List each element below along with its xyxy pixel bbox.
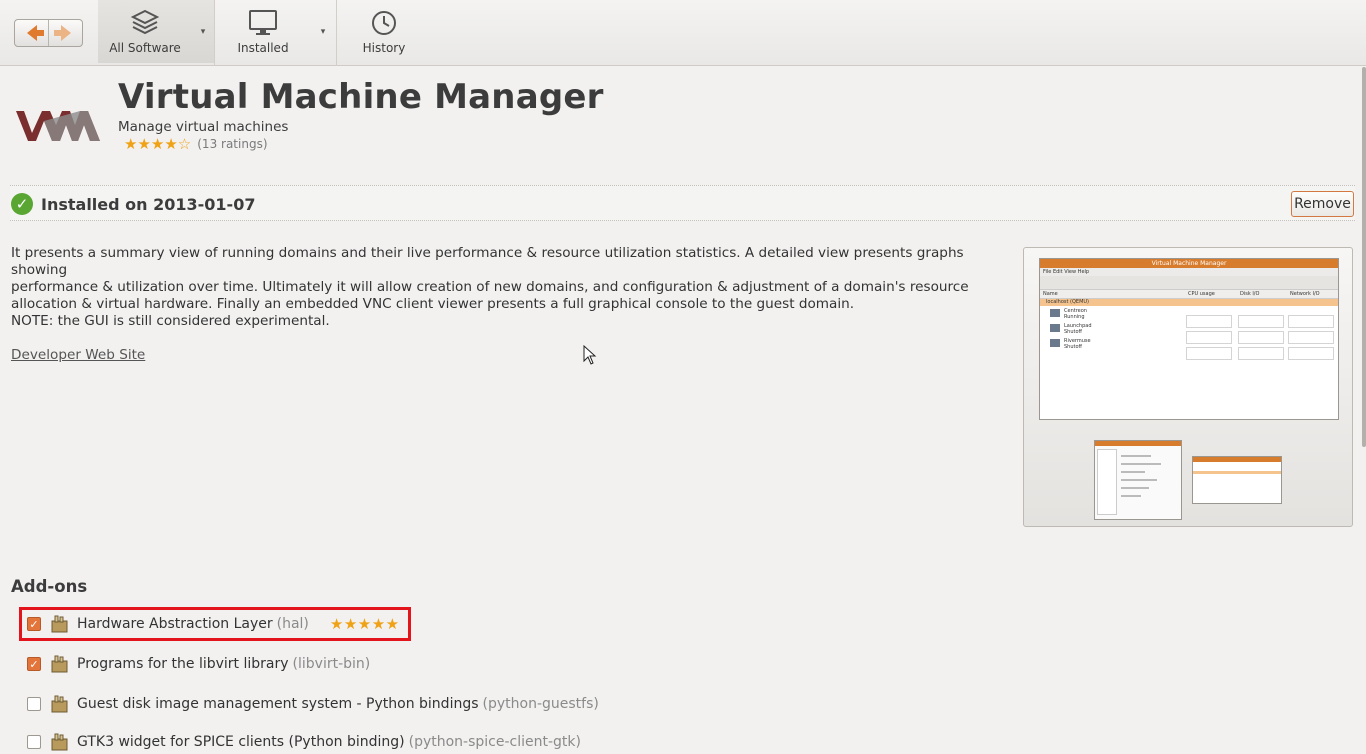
back-button[interactable]: [15, 20, 48, 46]
monitor-icon: [249, 10, 277, 35]
app-rating: ★★★★☆ (13 ratings): [124, 135, 268, 153]
screenshot-thumbnail-1[interactable]: [1094, 440, 1182, 520]
ratings-count[interactable]: (13 ratings): [197, 137, 267, 151]
package-icon: [51, 733, 68, 751]
navigation-buttons: [14, 19, 83, 47]
app-title: Virtual Machine Manager: [118, 77, 604, 117]
addons-heading: Add-ons: [11, 577, 88, 596]
screenshot-main[interactable]: Virtual Machine Manager File Edit View H…: [1039, 258, 1339, 420]
back-arrow-icon: [26, 25, 44, 41]
app-description: It presents a summary view of running do…: [11, 245, 969, 312]
addon-item-python-guestfs[interactable]: Guest disk image management system - Pyt…: [27, 692, 599, 716]
app-logo-icon: [16, 111, 100, 141]
disk-graph: [1238, 331, 1284, 344]
screenshot-menu: File Edit View Help: [1040, 268, 1338, 276]
all-software-button[interactable]: All Software: [98, 0, 192, 63]
chevron-down-icon: ▾: [320, 26, 326, 37]
addon-package: (python-spice-client-gtk): [408, 734, 581, 750]
addon-label: Hardware Abstraction Layer: [77, 616, 273, 632]
history-label: History: [362, 41, 406, 55]
cpu-graph: [1186, 347, 1232, 360]
addon-package: (hal): [276, 616, 309, 632]
addon-label: Programs for the libvirt library: [77, 656, 289, 672]
network-graph: [1288, 315, 1334, 328]
app-details-page: Virtual Machine Manager Manage virtual m…: [0, 67, 1366, 751]
forward-button[interactable]: [48, 20, 82, 46]
chevron-down-icon: ▾: [200, 26, 206, 37]
screenshot-thumbnail-2[interactable]: [1192, 456, 1282, 504]
screenshot-window-title: Virtual Machine Manager: [1040, 259, 1338, 268]
network-graph: [1288, 347, 1334, 360]
addon-checkbox[interactable]: ✓: [27, 617, 41, 631]
addon-checkbox[interactable]: [27, 697, 41, 711]
addon-rating-stars-icon: ★★★★★: [329, 615, 400, 633]
clock-icon: [372, 11, 396, 35]
package-icon: [51, 655, 68, 673]
all-software-label: All Software: [109, 41, 181, 55]
install-status-text: Installed on 2013-01-07: [41, 195, 256, 214]
screenshot-toolbar: [1040, 276, 1338, 290]
package-icon: [51, 695, 68, 713]
addon-label: Guest disk image management system - Pyt…: [77, 696, 479, 712]
network-graph: [1288, 331, 1334, 344]
addon-item-libvirt-bin[interactable]: ✓ Programs for the libvirt library (libv…: [27, 652, 370, 676]
mouse-pointer-icon: [583, 345, 597, 365]
addon-package: (libvirt-bin): [292, 656, 371, 672]
screenshot-gallery: Virtual Machine Manager File Edit View H…: [1023, 247, 1353, 527]
developer-website-link[interactable]: Developer Web Site: [11, 347, 145, 363]
app-note: NOTE: the GUI is still considered experi…: [11, 313, 330, 329]
history-button[interactable]: History: [338, 0, 430, 63]
installed-dropdown[interactable]: ▾: [312, 0, 334, 63]
divider: [214, 0, 215, 66]
app-subtitle: Manage virtual machines: [118, 119, 289, 135]
package-icon: [51, 615, 68, 633]
screenshot-columns: Name CPU usage Disk I/O Network I/O: [1040, 290, 1338, 299]
box-stack-icon: [130, 9, 160, 35]
addon-label: GTK3 widget for SPICE clients (Python bi…: [77, 734, 405, 750]
addon-checkbox[interactable]: [27, 735, 41, 749]
scrollbar[interactable]: [1362, 67, 1366, 447]
addon-package: (python-guestfs): [482, 696, 599, 712]
cpu-graph: [1186, 331, 1232, 344]
installed-button[interactable]: Installed: [216, 0, 310, 63]
addon-checkbox[interactable]: ✓: [27, 657, 41, 671]
disk-graph: [1238, 315, 1284, 328]
screenshot-host-row: localhost (QEMU): [1040, 299, 1338, 306]
install-status-bar: ✓ Installed on 2013-01-07 Remove: [10, 185, 1355, 221]
forward-arrow-icon: [53, 25, 71, 41]
divider: [336, 0, 337, 66]
rating-stars-icon: ★★★★☆: [124, 135, 192, 153]
cpu-graph: [1186, 315, 1232, 328]
installed-label: Installed: [237, 41, 289, 55]
addon-item-hal[interactable]: ✓ Hardware Abstraction Layer (hal) ★★★★★: [27, 612, 400, 636]
disk-graph: [1238, 347, 1284, 360]
remove-button[interactable]: Remove: [1291, 191, 1354, 217]
toolbar: All Software ▾ Installed ▾ History: [0, 0, 1366, 66]
installed-check-icon: ✓: [11, 193, 33, 215]
addon-item-python-spice-client-gtk[interactable]: GTK3 widget for SPICE clients (Python bi…: [27, 730, 581, 754]
all-software-dropdown[interactable]: ▾: [192, 0, 214, 63]
